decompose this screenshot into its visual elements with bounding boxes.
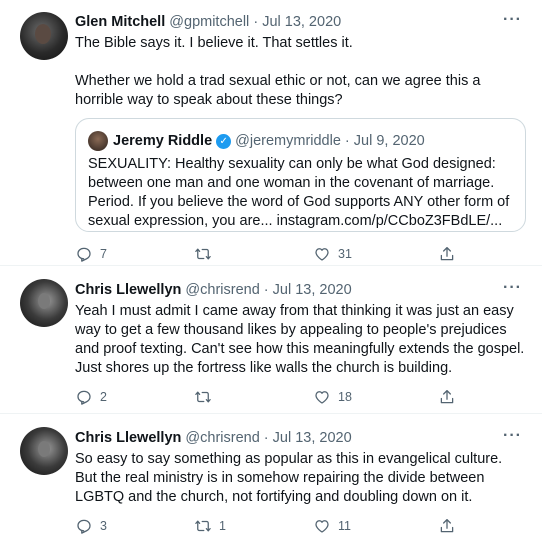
reply-icon bbox=[77, 390, 91, 405]
quoted-tweet-text: SEXUALITY: Healthy sexuality can only be… bbox=[88, 156, 510, 229]
author-handle[interactable]: @chrisrend bbox=[185, 282, 259, 298]
tweet[interactable]: Chris Llewellyn @chrisrend · Jul 13, 202… bbox=[0, 414, 542, 540]
author-handle[interactable]: @gpmitchell bbox=[169, 14, 249, 30]
like-count: 31 bbox=[338, 247, 352, 261]
like-button[interactable]: 18 bbox=[313, 388, 352, 406]
author-handle[interactable]: @chrisrend bbox=[185, 430, 259, 446]
retweet-icon bbox=[195, 391, 211, 403]
more-options-icon[interactable]: ··· bbox=[503, 11, 522, 29]
tweet-date[interactable]: Jul 13, 2020 bbox=[273, 430, 352, 446]
separator: · bbox=[263, 430, 269, 446]
tweet[interactable]: Chris Llewellyn @chrisrend · Jul 13, 202… bbox=[0, 266, 542, 414]
heart-icon bbox=[315, 248, 329, 261]
reply-icon bbox=[77, 519, 91, 534]
tweet-date[interactable]: Jul 13, 2020 bbox=[273, 282, 352, 298]
more-options-icon[interactable]: ··· bbox=[503, 279, 522, 297]
reply-button[interactable]: 7 bbox=[75, 245, 107, 263]
quoted-author-handle: @jeremymriddle bbox=[235, 133, 341, 149]
like-count: 18 bbox=[338, 390, 352, 404]
retweet-button[interactable] bbox=[194, 388, 219, 406]
author-name[interactable]: Chris Llewellyn bbox=[75, 430, 181, 446]
separator: · bbox=[263, 282, 269, 298]
like-button[interactable]: 31 bbox=[313, 245, 352, 263]
tweet-actions: 3 1 11 bbox=[75, 517, 525, 537]
retweet-button[interactable] bbox=[194, 245, 219, 263]
share-icon bbox=[440, 246, 454, 261]
quoted-author-name: Jeremy Riddle bbox=[113, 133, 213, 149]
tweet-paragraph: Whether we hold a trad sexual ethic or n… bbox=[75, 73, 481, 108]
tweet-header: Glen Mitchell @gpmitchell · Jul 13, 2020 bbox=[75, 14, 341, 30]
reply-count: 2 bbox=[100, 390, 107, 404]
avatar[interactable] bbox=[20, 427, 68, 475]
tweet-text: Yeah I must admit I came away from that … bbox=[75, 303, 525, 376]
tweet-text: The Bible says it. I believe it. That se… bbox=[75, 34, 525, 110]
verified-badge-icon: ✓ bbox=[216, 133, 232, 149]
share-button[interactable] bbox=[438, 245, 456, 263]
separator: · bbox=[344, 133, 350, 149]
author-name[interactable]: Glen Mitchell bbox=[75, 14, 165, 30]
quoted-avatar bbox=[88, 131, 108, 151]
tweet-date[interactable]: Jul 13, 2020 bbox=[262, 14, 341, 30]
tweet-actions: 7 31 bbox=[75, 245, 525, 265]
tweet[interactable]: Glen Mitchell @gpmitchell · Jul 13, 2020… bbox=[0, 0, 542, 266]
quoted-tweet[interactable]: Jeremy Riddle ✓ @jeremymriddle · Jul 9, … bbox=[75, 118, 526, 232]
tweet-header: Chris Llewellyn @chrisrend · Jul 13, 202… bbox=[75, 430, 352, 446]
reply-button[interactable]: 2 bbox=[75, 388, 107, 406]
share-icon bbox=[440, 518, 454, 533]
quoted-tweet-date: Jul 9, 2020 bbox=[353, 133, 425, 149]
retweet-icon bbox=[195, 520, 211, 532]
reply-button[interactable]: 3 bbox=[75, 517, 107, 535]
avatar[interactable] bbox=[20, 279, 68, 327]
quoted-tweet-header: Jeremy Riddle ✓ @jeremymriddle · Jul 9, … bbox=[88, 131, 425, 151]
share-button[interactable] bbox=[438, 388, 456, 406]
heart-icon bbox=[315, 391, 329, 404]
retweet-icon bbox=[195, 248, 211, 260]
more-options-icon[interactable]: ··· bbox=[503, 427, 522, 445]
retweet-count: 1 bbox=[219, 519, 226, 533]
tweet-text: So easy to say something as popular as t… bbox=[75, 451, 503, 505]
retweet-button[interactable]: 1 bbox=[194, 517, 226, 535]
reply-count: 3 bbox=[100, 519, 107, 533]
like-count: 11 bbox=[338, 519, 351, 533]
separator: · bbox=[253, 14, 259, 30]
avatar[interactable] bbox=[20, 12, 68, 60]
reply-count: 7 bbox=[100, 247, 107, 261]
tweet-paragraph: The Bible says it. I believe it. That se… bbox=[75, 35, 353, 51]
heart-icon bbox=[315, 520, 329, 533]
like-button[interactable]: 11 bbox=[313, 517, 351, 535]
reply-icon bbox=[77, 247, 91, 262]
share-button[interactable] bbox=[438, 517, 456, 535]
tweet-actions: 2 18 bbox=[75, 388, 525, 408]
author-name[interactable]: Chris Llewellyn bbox=[75, 282, 181, 298]
tweet-header: Chris Llewellyn @chrisrend · Jul 13, 202… bbox=[75, 282, 352, 298]
share-icon bbox=[440, 389, 454, 404]
